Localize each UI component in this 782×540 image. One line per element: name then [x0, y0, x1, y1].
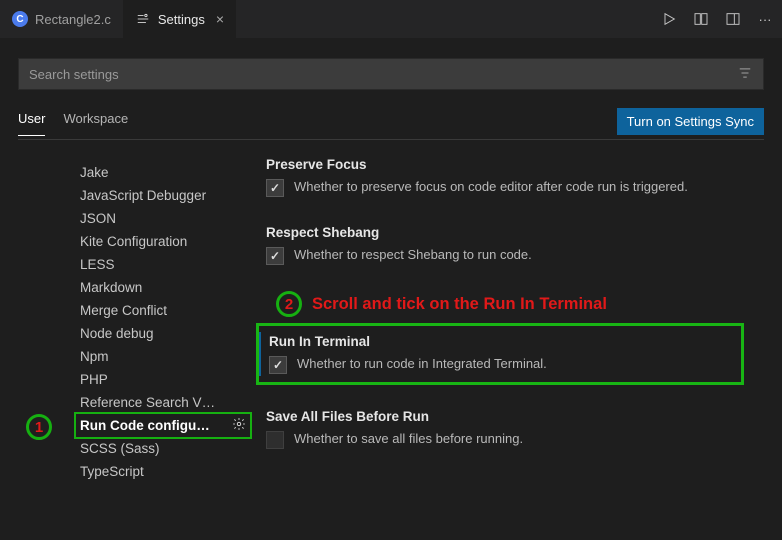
annotation-circle-1: 1 — [26, 414, 52, 440]
tree-item[interactable]: TypeScript — [76, 460, 250, 483]
tab-file[interactable]: C Rectangle2.c — [0, 0, 123, 38]
setting-run-in-terminal: Run In Terminal Whether to run code in I… — [256, 323, 744, 385]
scope-workspace[interactable]: Workspace — [63, 111, 128, 136]
tree-item[interactable]: Npm — [76, 345, 250, 368]
tab-settings-label: Settings — [158, 12, 205, 27]
setting-save-all: Save All Files Before Run Whether to sav… — [256, 407, 744, 453]
tree-item[interactable]: JSON — [76, 207, 250, 230]
tab-settings[interactable]: Settings × — [123, 0, 236, 38]
more-icon[interactable]: ··· — [756, 12, 774, 27]
checkbox-run-in-terminal[interactable] — [269, 356, 287, 374]
run-icon[interactable] — [660, 11, 678, 27]
checkbox-respect-shebang[interactable] — [266, 247, 284, 265]
tree-item[interactable]: Reference Search V… — [76, 391, 250, 414]
annotation-circle-2: 2 — [276, 291, 302, 317]
annotation-text: Scroll and tick on the Run In Terminal — [312, 295, 607, 314]
checkbox-preserve-focus[interactable] — [266, 179, 284, 197]
tree-item[interactable]: SCSS (Sass) — [76, 437, 250, 460]
setting-desc: Whether to save all files before running… — [294, 430, 523, 449]
settings-tree: JakeJavaScript DebuggerJSONKite Configur… — [18, 155, 250, 483]
tree-item[interactable]: Markdown — [76, 276, 250, 299]
tree-item[interactable]: Jake — [76, 161, 250, 184]
search-placeholder: Search settings — [29, 67, 119, 82]
gear-icon[interactable] — [232, 417, 246, 434]
setting-desc: Whether to preserve focus on code editor… — [294, 178, 688, 197]
search-input[interactable]: Search settings — [18, 58, 764, 90]
c-lang-icon: C — [12, 11, 28, 27]
layout-icon[interactable] — [724, 11, 742, 27]
split-icon[interactable] — [692, 11, 710, 27]
setting-title: Respect Shebang — [266, 225, 744, 240]
setting-title: Run In Terminal — [269, 334, 731, 349]
tree-item[interactable]: Merge Conflict — [76, 299, 250, 322]
checkbox-save-all[interactable] — [266, 431, 284, 449]
tree-item[interactable]: Run Code configu… — [76, 414, 250, 437]
settings-sync-button[interactable]: Turn on Settings Sync — [617, 108, 764, 135]
tree-item[interactable]: JavaScript Debugger — [76, 184, 250, 207]
annotation-2: 2 Scroll and tick on the Run In Terminal — [276, 291, 744, 317]
setting-respect-shebang: Respect Shebang Whether to respect Sheba… — [256, 223, 744, 269]
filter-icon[interactable] — [737, 66, 753, 83]
tree-item[interactable]: PHP — [76, 368, 250, 391]
tab-file-label: Rectangle2.c — [35, 12, 111, 27]
tree-item[interactable]: LESS — [76, 253, 250, 276]
setting-title: Preserve Focus — [266, 157, 744, 172]
setting-desc: Whether to respect Shebang to run code. — [294, 246, 532, 265]
setting-desc: Whether to run code in Integrated Termin… — [297, 355, 547, 374]
tree-item[interactable]: Kite Configuration — [76, 230, 250, 253]
tree-item[interactable]: Node debug — [76, 322, 250, 345]
setting-preserve-focus: Preserve Focus Whether to preserve focus… — [256, 155, 744, 201]
close-icon[interactable]: × — [216, 11, 224, 27]
setting-title: Save All Files Before Run — [266, 409, 744, 424]
scope-user[interactable]: User — [18, 111, 45, 136]
settings-tab-icon — [135, 12, 151, 26]
